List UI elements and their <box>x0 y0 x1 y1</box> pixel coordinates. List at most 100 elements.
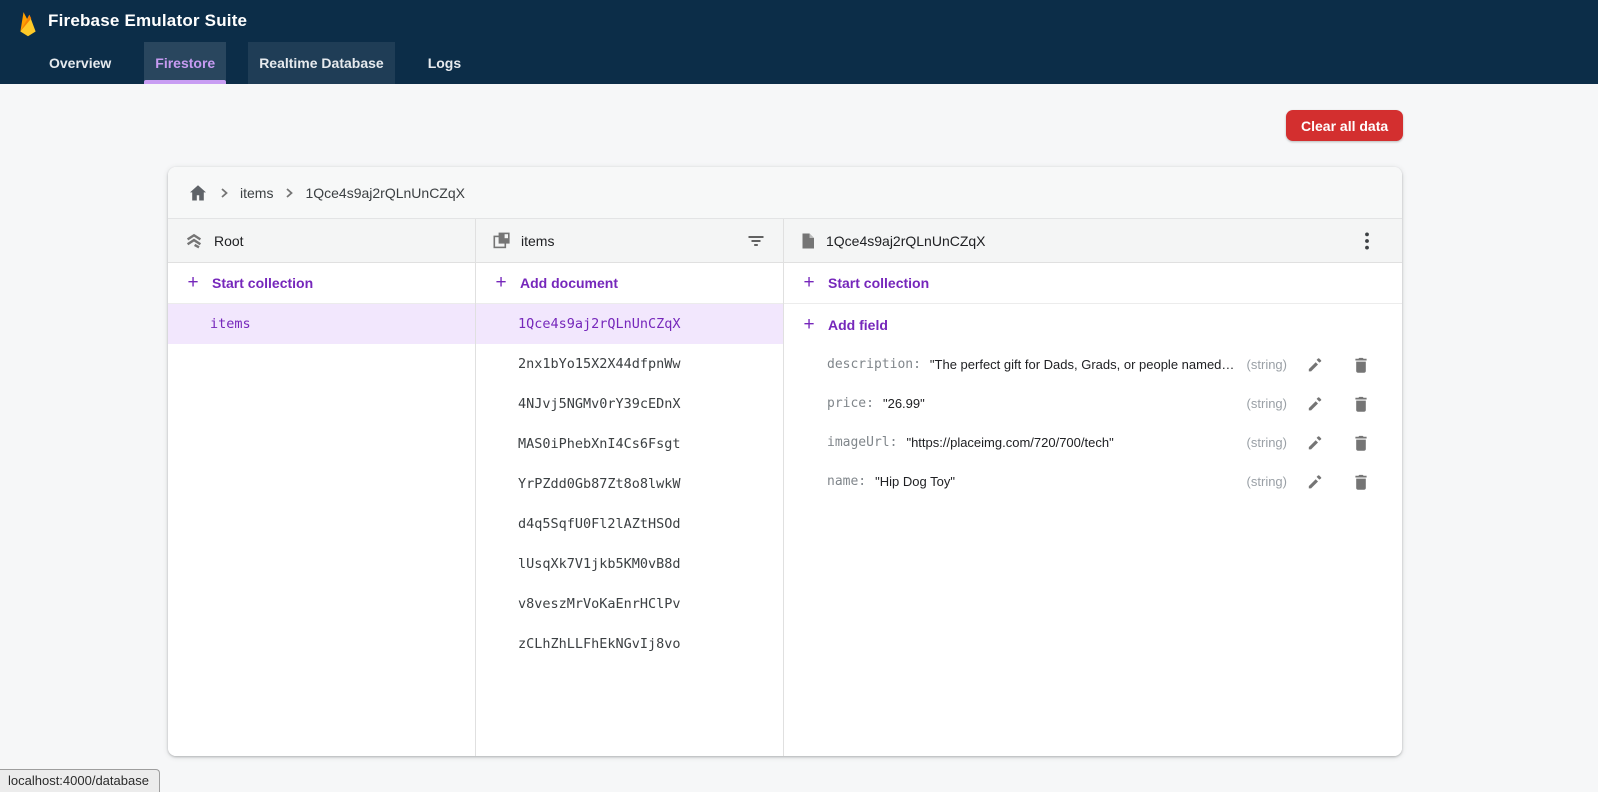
document-list-item[interactable]: lUsqXk7V1jkb5KM0vB8d <box>476 544 783 584</box>
field-name: imageUrl: <box>827 435 897 450</box>
add-document-label: Add document <box>520 275 618 291</box>
document-list-item[interactable]: zCLhZhLLFhEkNGvIj8vo <box>476 624 783 664</box>
browser-status-url: localhost:4000/database <box>0 769 160 792</box>
root-column-title: Root <box>214 233 244 249</box>
tab-realtime-database[interactable]: Realtime Database <box>248 42 395 84</box>
delete-field-button[interactable] <box>1353 434 1369 452</box>
field-name: price: <box>827 396 874 411</box>
collection-column-header: items <box>476 219 783 263</box>
field-type-badge: (string) <box>1235 396 1287 411</box>
collection-icon <box>492 231 511 250</box>
field-type-badge: (string) <box>1235 474 1287 489</box>
start-collection-button-root[interactable]: Start collection <box>168 263 475 304</box>
firestore-root-icon <box>184 231 204 251</box>
plus-icon <box>800 316 818 334</box>
add-document-button[interactable]: Add document <box>476 263 783 304</box>
trash-icon <box>1353 434 1369 452</box>
start-collection-label: Start collection <box>828 275 929 291</box>
collection-column: items Add document 1Qce4s9aj2rQLnUnCZqX … <box>476 219 784 756</box>
field-type-badge: (string) <box>1235 435 1287 450</box>
chevron-right-icon <box>282 186 296 200</box>
pencil-icon <box>1306 395 1324 413</box>
firebase-logo-icon <box>17 9 39 37</box>
list-item-label: zCLhZhLLFhEkNGvIj8vo <box>518 636 681 652</box>
list-item-label: lUsqXk7V1jkb5KM0vB8d <box>518 556 681 572</box>
delete-field-button[interactable] <box>1353 356 1369 374</box>
tab-firestore[interactable]: Firestore <box>144 42 226 84</box>
field-value: "26.99" <box>883 396 925 411</box>
edit-field-button[interactable] <box>1306 473 1324 491</box>
root-column-header: Root <box>168 219 475 263</box>
pencil-icon <box>1306 473 1324 491</box>
nav-tabs: Overview Firestore Realtime Database Log… <box>0 42 1598 84</box>
firestore-panel-card: items 1Qce4s9aj2rQLnUnCZqX Root Start co… <box>168 167 1402 756</box>
document-list-item[interactable]: v8veszMrVoKaEnrHClPv <box>476 584 783 624</box>
collection-list-item[interactable]: items <box>168 304 475 344</box>
field-row: price: "26.99" (string) <box>784 384 1402 423</box>
field-type-badge: (string) <box>1235 357 1287 372</box>
list-item-label: 2nx1bYo15X2X44dfpnWw <box>518 356 681 372</box>
plus-icon <box>184 274 202 292</box>
trash-icon <box>1353 356 1369 374</box>
home-icon <box>188 183 208 203</box>
header-top: Firebase Emulator Suite <box>0 0 1598 42</box>
list-item-label: v8veszMrVoKaEnrHClPv <box>518 596 681 612</box>
delete-field-button[interactable] <box>1353 473 1369 491</box>
field-value: "The perfect gift for Dads, Grads, or pe… <box>930 357 1235 372</box>
document-list: 1Qce4s9aj2rQLnUnCZqX 2nx1bYo15X2X44dfpnW… <box>476 304 783 664</box>
list-item-label: 1Qce4s9aj2rQLnUnCZqX <box>518 316 681 332</box>
start-collection-button-document[interactable]: Start collection <box>784 263 1402 304</box>
tab-overview[interactable]: Overview <box>38 42 122 84</box>
field-row: imageUrl: "https://placeimg.com/720/700/… <box>784 423 1402 462</box>
trash-icon <box>1353 395 1369 413</box>
document-list-item[interactable]: 4NJvj5NGMv0rY39cEDnX <box>476 384 783 424</box>
document-column-title: 1Qce4s9aj2rQLnUnCZqX <box>826 233 986 249</box>
document-column: 1Qce4s9aj2rQLnUnCZqX Start collection Ad… <box>784 219 1402 756</box>
firestore-columns: Root Start collection items items <box>168 219 1402 756</box>
delete-field-button[interactable] <box>1353 395 1369 413</box>
list-item-label: items <box>210 316 251 332</box>
kebab-menu-icon <box>1364 231 1370 251</box>
field-list: description: "The perfect gift for Dads,… <box>784 345 1402 501</box>
root-column: Root Start collection items <box>168 219 476 756</box>
pencil-icon <box>1306 356 1324 374</box>
filter-icon <box>747 232 765 250</box>
document-list-item[interactable]: 1Qce4s9aj2rQLnUnCZqX <box>476 304 783 344</box>
document-icon <box>800 232 816 250</box>
home-button[interactable] <box>188 183 208 203</box>
field-name: description: <box>827 357 921 372</box>
field-row: description: "The perfect gift for Dads,… <box>784 345 1402 384</box>
field-row: name: "Hip Dog Toy" (string) <box>784 462 1402 501</box>
tab-logs[interactable]: Logs <box>417 42 472 84</box>
document-list-item[interactable]: MAS0iPhebXnI4Cs6Fsgt <box>476 424 783 464</box>
pencil-icon <box>1306 434 1324 452</box>
trash-icon <box>1353 473 1369 491</box>
collection-column-title: items <box>521 233 554 249</box>
filter-documents-button[interactable] <box>745 230 767 252</box>
breadcrumb: items 1Qce4s9aj2rQLnUnCZqX <box>168 167 1402 219</box>
breadcrumb-collection[interactable]: items <box>240 185 273 201</box>
document-column-header: 1Qce4s9aj2rQLnUnCZqX <box>784 219 1402 263</box>
chevron-right-icon <box>217 186 231 200</box>
add-field-label: Add field <box>828 317 888 333</box>
document-menu-button[interactable] <box>1362 229 1372 253</box>
plus-icon <box>492 274 510 292</box>
add-field-button[interactable]: Add field <box>784 304 1402 345</box>
breadcrumb-document[interactable]: 1Qce4s9aj2rQLnUnCZqX <box>305 185 465 201</box>
edit-field-button[interactable] <box>1306 356 1324 374</box>
clear-all-data-button[interactable]: Clear all data <box>1286 110 1403 141</box>
document-list-item[interactable]: d4q5SqfU0Fl2lAZtHSOd <box>476 504 783 544</box>
list-item-label: MAS0iPhebXnI4Cs6Fsgt <box>518 436 681 452</box>
plus-icon <box>800 274 818 292</box>
app-header: Firebase Emulator Suite Overview Firesto… <box>0 0 1598 84</box>
field-value: "Hip Dog Toy" <box>875 474 955 489</box>
document-list-item[interactable]: YrPZdd0Gb87Zt8o8lwkW <box>476 464 783 504</box>
start-collection-label: Start collection <box>212 275 313 291</box>
list-item-label: d4q5SqfU0Fl2lAZtHSOd <box>518 516 681 532</box>
document-list-item[interactable]: 2nx1bYo15X2X44dfpnWw <box>476 344 783 384</box>
app-title: Firebase Emulator Suite <box>48 11 247 31</box>
edit-field-button[interactable] <box>1306 395 1324 413</box>
field-value: "https://placeimg.com/720/700/tech" <box>906 435 1113 450</box>
edit-field-button[interactable] <box>1306 434 1324 452</box>
list-item-label: YrPZdd0Gb87Zt8o8lwkW <box>518 476 681 492</box>
